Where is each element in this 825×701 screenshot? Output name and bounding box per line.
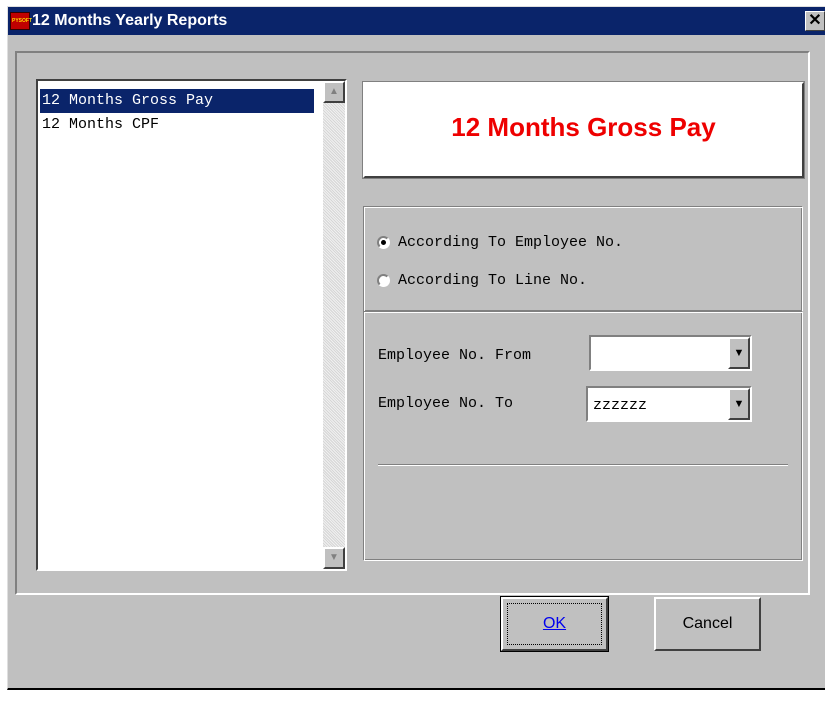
report-listbox[interactable]: 12 Months Gross Pay 12 Months CPF ▲ ▼ [36,79,347,571]
focus-rectangle [507,603,602,645]
filter-options-group: Employee No. From ▼ Employee No. To zzzz… [363,311,803,561]
list-item-gross-pay[interactable]: 12 Months Gross Pay [40,89,314,113]
employee-to-value: zzzzzz [593,397,648,414]
window-title: 12 Months Yearly Reports [32,12,228,29]
sort-options-group: According To Employee No. According To L… [363,206,803,312]
radio-label-employee-no: According To Employee No. [398,234,624,251]
radio-unselected-icon[interactable] [377,273,390,287]
employee-to-label: Employee No. To [378,395,514,412]
close-button[interactable]: ✕ [805,11,825,31]
app-logo-icon: PYSOFT [10,12,33,30]
radio-label-line-no: According To Line No. [398,272,588,289]
scroll-up-button[interactable]: ▲ [323,81,345,103]
list-item-cpf[interactable]: 12 Months CPF [40,113,314,137]
app-icon-text: PYSOFT [12,18,33,24]
close-icon: ✕ [808,12,822,29]
employee-from-combo[interactable]: ▼ [589,335,752,371]
radio-selected-icon[interactable] [377,235,390,249]
cancel-button[interactable]: Cancel [654,597,761,651]
list-scrollbar[interactable]: ▲ ▼ [323,81,345,569]
radio-by-line-no[interactable]: According To Line No. [377,270,587,292]
separator-line [378,464,788,466]
scroll-down-icon: ▼ [329,552,339,563]
cancel-button-label: Cancel [682,615,733,632]
chevron-down-icon: ▼ [733,347,745,359]
report-title: 12 Months Gross Pay [451,112,716,142]
report-title-panel: 12 Months Gross Pay [362,81,805,179]
scroll-up-icon: ▲ [329,86,339,97]
employee-from-dropdown-button[interactable]: ▼ [728,337,750,369]
employee-to-combo[interactable]: zzzzzz ▼ [586,386,752,422]
scroll-down-button[interactable]: ▼ [323,547,345,569]
employee-to-dropdown-button[interactable]: ▼ [728,388,750,420]
ok-button[interactable]: OK [500,596,609,652]
employee-from-label: Employee No. From [378,347,532,364]
title-bar[interactable]: PYSOFT 12 Months Yearly Reports ✕ [8,7,825,35]
radio-by-employee-no[interactable]: According To Employee No. [377,232,623,254]
chevron-down-icon: ▼ [733,398,745,410]
